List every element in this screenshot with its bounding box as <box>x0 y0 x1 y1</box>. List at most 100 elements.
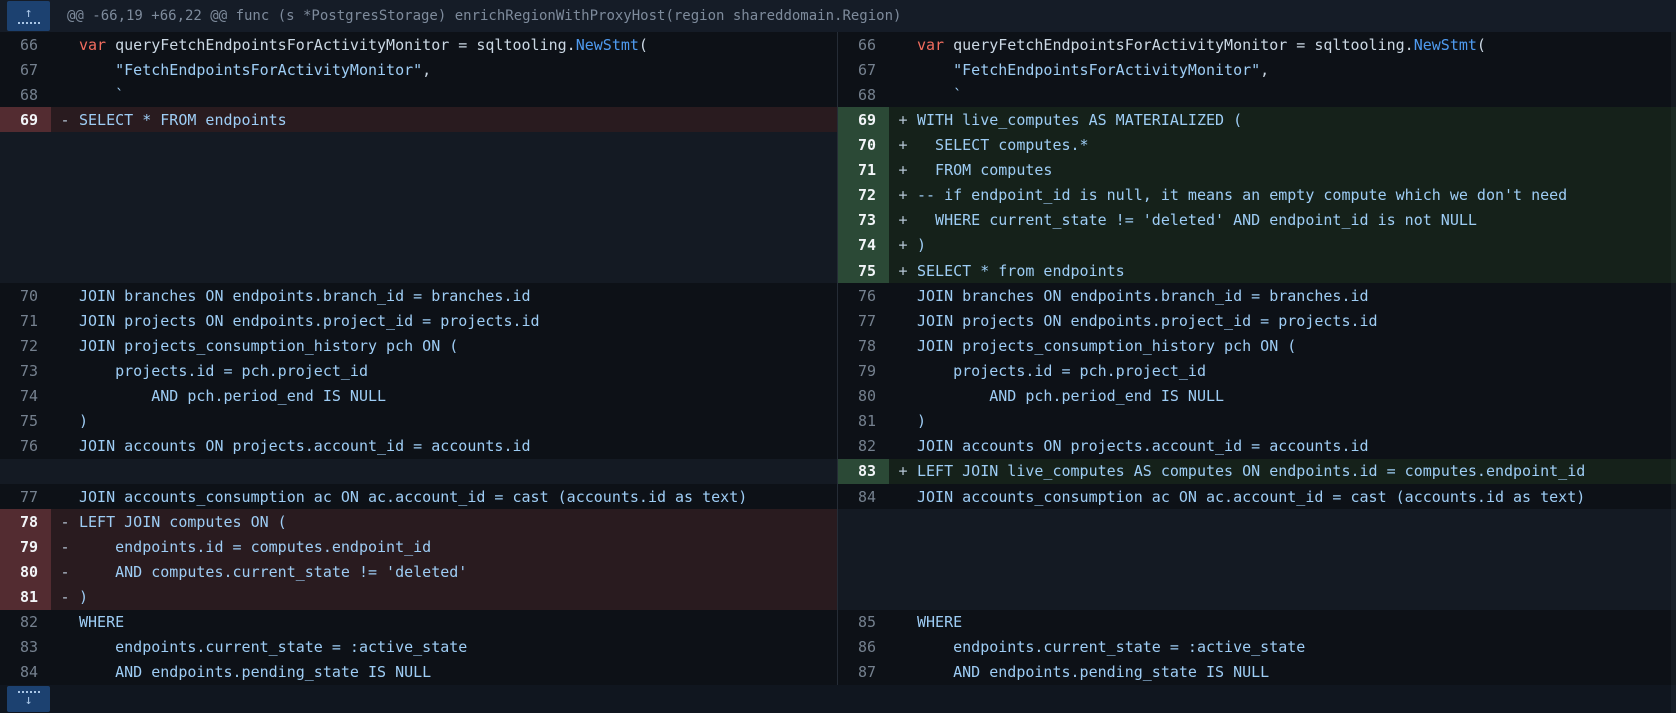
new-diff-line-76: 76JOIN branches ON endpoints.branch_id =… <box>838 283 1676 308</box>
code-text: AND computes.current_state != 'deleted' <box>79 559 467 584</box>
line-number[interactable]: 81 <box>0 584 51 609</box>
change-marker <box>51 358 79 383</box>
line-number[interactable]: 72 <box>838 183 889 208</box>
line-number[interactable]: 87 <box>838 660 889 685</box>
new-diff-line-84: 84 JOIN accounts_consumption ac ON ac.acc… <box>838 484 1676 509</box>
line-number[interactable]: 66 <box>838 32 889 57</box>
old-diff-line-73: 73 projects.id = pch.project_id <box>0 358 837 383</box>
new-diff-line-87: 87 AND endpoints.pending_state IS NULL <box>838 660 1676 685</box>
new-diff-line-71: 71+ FROM computes <box>838 158 1676 183</box>
code-text: JOIN projects_consumption_history pch ON… <box>79 333 458 358</box>
code-text: FROM computes <box>917 158 1052 183</box>
line-number[interactable]: 75 <box>838 258 889 283</box>
line-number[interactable]: 75 <box>0 409 51 434</box>
filler-row <box>0 258 837 283</box>
code-text: JOIN accounts_consumption ac ON ac.accou… <box>917 484 1585 509</box>
code-text: SELECT * from endpoints <box>917 258 1125 283</box>
line-number[interactable]: 80 <box>0 559 51 584</box>
new-diff-line-82: 82JOIN accounts ON projects.account_id =… <box>838 434 1676 459</box>
filler-row <box>0 459 837 484</box>
line-number[interactable]: 76 <box>838 283 889 308</box>
line-number[interactable]: 83 <box>838 459 889 484</box>
new-diff-line-74: 74+) <box>838 233 1676 258</box>
hunk-header-bar: ↑ @@ -66,19 +66,22 @@ func (s *PostgresS… <box>0 0 1676 32</box>
line-number[interactable]: 67 <box>838 57 889 82</box>
line-number[interactable]: 85 <box>838 610 889 635</box>
line-number[interactable]: 73 <box>0 358 51 383</box>
change-marker: + <box>889 233 917 258</box>
old-diff-line-82: 82WHERE <box>0 610 837 635</box>
line-number[interactable]: 78 <box>0 509 51 534</box>
change-marker: + <box>889 459 917 484</box>
code-text: AND endpoints.pending_state IS NULL <box>917 660 1269 685</box>
new-diff-line-72: 72+-- if endpoint_id is null, it means a… <box>838 183 1676 208</box>
change-marker <box>889 308 917 333</box>
expand-down-icon: ↓ <box>25 695 33 707</box>
code-text: JOIN projects_consumption_history pch ON… <box>917 333 1296 358</box>
new-diff-line-73: 73+ WHERE current_state != 'deleted' AND… <box>838 208 1676 233</box>
line-number[interactable]: 80 <box>838 384 889 409</box>
line-number[interactable]: 71 <box>0 308 51 333</box>
change-marker <box>51 308 79 333</box>
change-marker: + <box>889 107 917 132</box>
scrollbar-track[interactable] <box>1671 32 1676 713</box>
line-number[interactable]: 81 <box>838 409 889 434</box>
change-marker: + <box>889 258 917 283</box>
line-number[interactable]: 70 <box>0 283 51 308</box>
line-number[interactable]: 77 <box>0 484 51 509</box>
change-marker <box>889 660 917 685</box>
expand-up-button[interactable]: ↑ <box>7 1 50 31</box>
line-number[interactable]: 69 <box>0 107 51 132</box>
expand-down-button[interactable]: ↓ <box>7 686 50 712</box>
change-marker <box>889 82 917 107</box>
code-text: AND pch.period_end IS NULL <box>79 384 386 409</box>
line-number[interactable]: 78 <box>838 333 889 358</box>
line-number[interactable]: 66 <box>0 32 51 57</box>
line-number[interactable]: 70 <box>838 132 889 157</box>
change-marker <box>889 484 917 509</box>
line-number[interactable]: 74 <box>838 233 889 258</box>
line-number[interactable]: 82 <box>0 610 51 635</box>
line-number[interactable]: 72 <box>0 333 51 358</box>
code-text: WHERE <box>917 610 962 635</box>
change-marker <box>51 333 79 358</box>
change-marker: + <box>889 183 917 208</box>
change-marker <box>889 409 917 434</box>
old-diff-line-78: 78-LEFT JOIN computes ON ( <box>0 509 837 534</box>
filler-row <box>0 183 837 208</box>
bottom-expand-bar: ↓ <box>0 685 1676 713</box>
code-text: var queryFetchEndpointsForActivityMonito… <box>79 32 648 57</box>
change-marker <box>51 409 79 434</box>
line-number[interactable]: 76 <box>0 434 51 459</box>
new-diff-line-77: 77JOIN projects ON endpoints.project_id … <box>838 308 1676 333</box>
line-number[interactable]: 84 <box>0 660 51 685</box>
change-marker <box>51 283 79 308</box>
new-diff-line-80: 80 AND pch.period_end IS NULL <box>838 384 1676 409</box>
line-number[interactable]: 83 <box>0 635 51 660</box>
code-text: ` <box>917 82 962 107</box>
change-marker <box>889 635 917 660</box>
change-marker: + <box>889 132 917 157</box>
line-number[interactable]: 68 <box>838 82 889 107</box>
new-diff-line-70: 70+ SELECT computes.* <box>838 132 1676 157</box>
change-marker <box>51 660 79 685</box>
line-number[interactable]: 74 <box>0 384 51 409</box>
line-number[interactable]: 69 <box>838 107 889 132</box>
line-number[interactable]: 73 <box>838 208 889 233</box>
line-number[interactable]: 67 <box>0 57 51 82</box>
change-marker <box>889 57 917 82</box>
change-marker <box>889 333 917 358</box>
line-number[interactable]: 77 <box>838 308 889 333</box>
line-number[interactable]: 79 <box>838 358 889 383</box>
code-text: JOIN accounts_consumption ac ON ac.accou… <box>79 484 747 509</box>
old-diff-line-79: 79- endpoints.id = computes.endpoint_id <box>0 534 837 559</box>
change-marker: - <box>51 509 79 534</box>
line-number[interactable]: 79 <box>0 534 51 559</box>
line-number[interactable]: 86 <box>838 635 889 660</box>
old-diff-line-69: 69-SELECT * FROM endpoints <box>0 107 837 132</box>
line-number[interactable]: 71 <box>838 158 889 183</box>
line-number[interactable]: 82 <box>838 434 889 459</box>
code-text: JOIN accounts ON projects.account_id = a… <box>79 434 531 459</box>
line-number[interactable]: 68 <box>0 82 51 107</box>
line-number[interactable]: 84 <box>838 484 889 509</box>
